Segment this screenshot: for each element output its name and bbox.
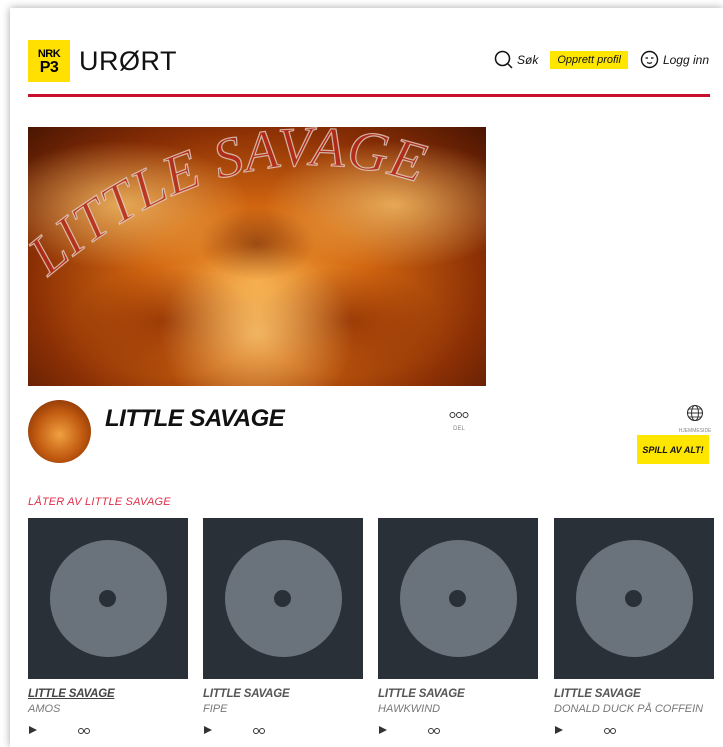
user-face-icon: [640, 50, 659, 69]
tracks-section-title: LÅTER AV LITTLE SAVAGE: [28, 496, 171, 508]
more-icon[interactable]: [604, 725, 620, 735]
search-label: Søk: [517, 52, 539, 67]
svg-text:LITTLE SAVAGE: LITTLE SAVAGE: [28, 127, 433, 287]
track-cover[interactable]: [554, 518, 714, 679]
disc-hole: [625, 590, 642, 607]
search-button[interactable]: Søk: [494, 50, 538, 69]
homepage-link[interactable]: HJEMMESIDE: [675, 404, 715, 434]
more-icon[interactable]: [253, 725, 269, 735]
play-icon[interactable]: [203, 725, 213, 735]
track-artist-link[interactable]: LITTLE SAVAGE: [554, 688, 714, 700]
track-title: DONALD DUCK PÅ COFFEIN: [554, 703, 704, 715]
track-cover[interactable]: [378, 518, 538, 679]
track-title: AMOS: [28, 703, 61, 715]
disc-hole: [449, 590, 466, 607]
artist-banner-image: LITTLE SAVAGE: [28, 127, 486, 386]
track-list: LITTLE SAVAGE AMOS LITTLE SAVAGE FIPE LI…: [28, 518, 714, 747]
play-all-button[interactable]: SPILL AV ALT!: [637, 435, 709, 464]
play-icon[interactable]: [378, 725, 388, 735]
artist-name: LITTLE SAVAGE: [105, 405, 285, 432]
track-artist-link[interactable]: LITTLE SAVAGE: [378, 688, 538, 700]
track-cover[interactable]: [28, 518, 188, 679]
track-card[interactable]: LITTLE SAVAGE HAWKWIND: [378, 518, 538, 735]
login-button[interactable]: Logg inn: [640, 50, 709, 69]
track-controls: [203, 725, 363, 735]
top-nav: Søk Opprett profil Logg inn: [494, 50, 709, 69]
track-card[interactable]: LITTLE SAVAGE FIPE: [203, 518, 363, 735]
artist-avatar: [28, 400, 91, 463]
play-icon[interactable]: [28, 725, 38, 735]
track-controls: [28, 725, 188, 735]
banner-logo: LITTLE SAVAGE: [28, 127, 433, 288]
track-artist-link[interactable]: LITTLE SAVAGE: [28, 688, 188, 700]
track-controls: [378, 725, 538, 735]
homepage-label: HJEMMESIDE: [678, 428, 712, 434]
track-controls: [554, 725, 714, 735]
disc-hole: [99, 590, 116, 607]
search-icon: [494, 50, 513, 69]
login-label: Logg inn: [662, 52, 709, 67]
site-title[interactable]: URØRT: [79, 46, 177, 77]
track-title: HAWKWIND: [378, 703, 441, 715]
share-button[interactable]: DEL: [448, 406, 470, 432]
create-profile-button[interactable]: Opprett profil: [550, 50, 628, 69]
track-cover[interactable]: [203, 518, 363, 679]
disc-hole: [274, 590, 291, 607]
nrk-p3-logo[interactable]: NRK P3: [28, 40, 70, 82]
header-divider: [28, 94, 710, 97]
track-card[interactable]: LITTLE SAVAGE DONALD DUCK PÅ COFFEIN: [554, 518, 714, 735]
track-card[interactable]: LITTLE SAVAGE AMOS: [28, 518, 188, 735]
logo-line-2: P3: [39, 59, 59, 76]
more-icon[interactable]: [428, 725, 444, 735]
more-icon[interactable]: [78, 725, 94, 735]
share-icon: [449, 412, 469, 418]
page-frame: NRK P3 URØRT Søk Opprett profil Logg inn: [10, 8, 723, 747]
banner-text: LITTLE SAVAGE: [28, 127, 433, 288]
share-label: DEL: [453, 426, 465, 432]
globe-icon: [686, 404, 704, 422]
track-title: FIPE: [203, 703, 228, 715]
track-artist-link[interactable]: LITTLE SAVAGE: [203, 688, 363, 700]
play-icon[interactable]: [554, 725, 564, 735]
